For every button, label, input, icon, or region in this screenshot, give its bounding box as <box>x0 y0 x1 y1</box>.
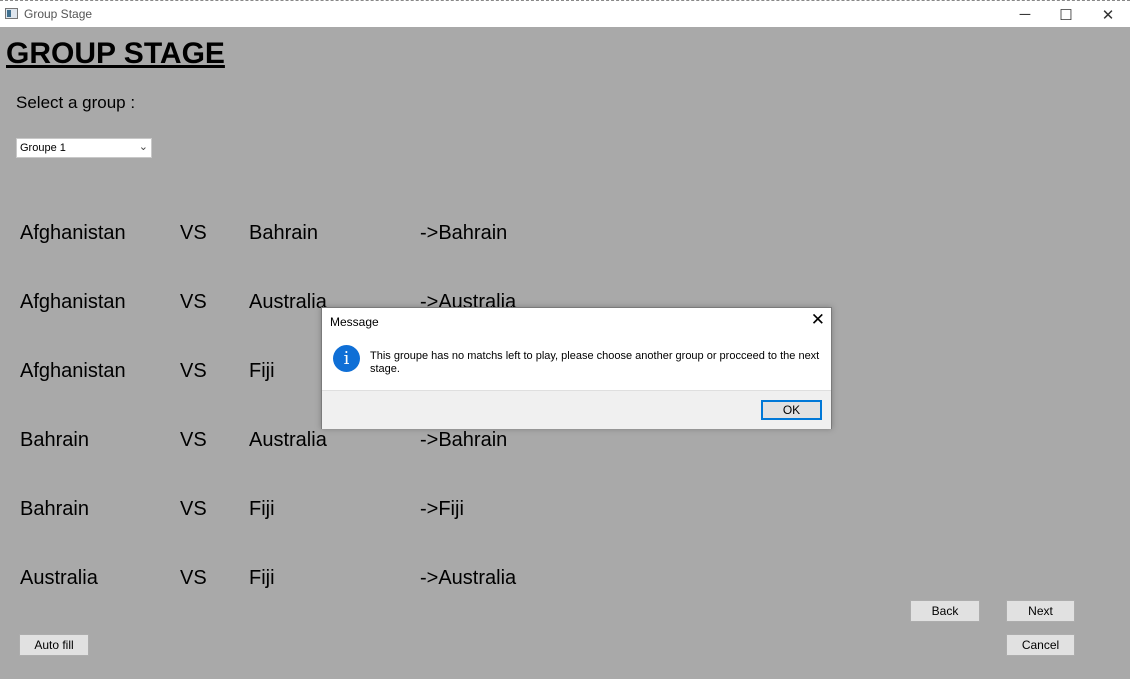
match-row: Australia VS Fiji ->Australia <box>0 567 700 597</box>
cancel-button[interactable]: Cancel <box>1006 634 1075 656</box>
match-team2: Fiji <box>249 360 275 382</box>
group-dropdown[interactable]: Groupe 1 ⌄ <box>16 138 152 158</box>
back-button[interactable]: Back <box>910 600 980 622</box>
message-dialog: Message ✕ i This groupe has no matchs le… <box>321 307 832 429</box>
match-team1: Afghanistan <box>20 222 126 244</box>
minimize-button[interactable]: ─ <box>1004 1 1046 28</box>
match-vs: VS <box>180 360 207 382</box>
auto-fill-button[interactable]: Auto fill <box>19 634 89 656</box>
group-stage-window: Group Stage ─ ☐ ✕ GROUP STAGE Select a g… <box>0 0 1130 679</box>
app-icon <box>5 8 18 19</box>
match-row: Afghanistan VS Bahrain ->Bahrain <box>0 222 700 252</box>
match-winner: ->Fiji <box>420 498 464 520</box>
match-row: Bahrain VS Australia ->Bahrain <box>0 429 700 459</box>
chevron-down-icon: ⌄ <box>138 141 148 153</box>
dialog-title: Message <box>330 315 379 329</box>
match-team1: Australia <box>20 567 98 589</box>
match-team1: Bahrain <box>20 429 89 451</box>
title-bar: Group Stage ─ ☐ ✕ <box>0 0 1130 27</box>
match-team1: Afghanistan <box>20 291 126 313</box>
match-winner: ->Australia <box>420 567 517 589</box>
dialog-footer: OK <box>322 390 831 429</box>
match-team2: Bahrain <box>249 222 318 244</box>
info-icon: i <box>333 345 360 372</box>
match-row: Bahrain VS Fiji ->Fiji <box>0 498 700 528</box>
match-team2: Fiji <box>249 498 275 520</box>
match-vs: VS <box>180 429 207 451</box>
select-group-label: Select a group : <box>16 93 136 112</box>
match-team2: Australia <box>249 429 327 451</box>
maximize-button[interactable]: ☐ <box>1045 1 1087 28</box>
match-vs: VS <box>180 567 207 589</box>
match-winner: ->Bahrain <box>420 429 508 451</box>
next-button[interactable]: Next <box>1006 600 1075 622</box>
match-team1: Bahrain <box>20 498 89 520</box>
dialog-close-icon[interactable]: ✕ <box>811 310 825 330</box>
close-window-button[interactable]: ✕ <box>1087 1 1129 28</box>
match-team2: Fiji <box>249 567 275 589</box>
match-team2: Australia <box>249 291 327 313</box>
page-title: GROUP STAGE <box>6 37 225 70</box>
dialog-message: This groupe has no matchs left to play, … <box>370 350 820 375</box>
match-vs: VS <box>180 291 207 313</box>
match-winner: ->Bahrain <box>420 222 508 244</box>
group-dropdown-value: Groupe 1 <box>20 142 66 154</box>
window-title: Group Stage <box>24 7 93 21</box>
match-vs: VS <box>180 498 207 520</box>
match-team1: Afghanistan <box>20 360 126 382</box>
ok-button[interactable]: OK <box>761 400 822 420</box>
match-vs: VS <box>180 222 207 244</box>
